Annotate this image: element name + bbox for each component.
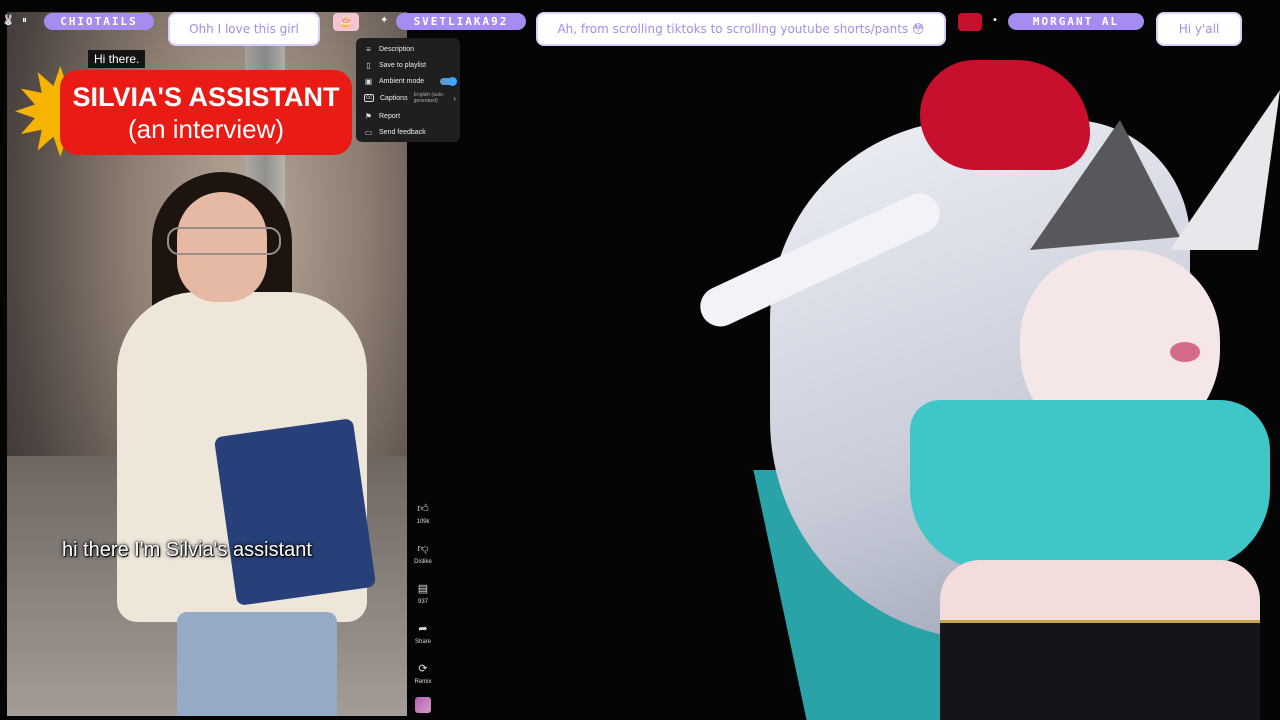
pause-icon[interactable]: ⏸ <box>22 15 27 26</box>
thumbs-down-icon: 👎︎ <box>417 543 429 555</box>
ambient-mode-toggle[interactable] <box>440 76 457 86</box>
dot-icon: • <box>992 15 998 26</box>
comment-icon: ▤ <box>417 583 429 595</box>
remix-icon: ⟳ <box>418 663 428 675</box>
video-title-card: SILVIA'S ASSISTANT (an interview) <box>60 70 352 155</box>
video-presenter <box>117 172 377 716</box>
video-caption: hi there I'm Silvia's assistant <box>62 539 312 561</box>
save-playlist-icon: ▯ <box>366 60 371 70</box>
menu-item-save-to-playlist[interactable]: ▯ Save to playlist <box>364 58 456 72</box>
like-button[interactable]: 👍︎ 109k <box>408 502 438 525</box>
chat-avatar-icon: 🐰 <box>2 15 15 26</box>
dislike-button[interactable]: 👎︎ Dislike <box>408 542 438 565</box>
flag-icon: ⚑ <box>364 111 373 121</box>
chat-message: Ohh I love this girl <box>168 12 320 46</box>
thumbs-up-icon: 👍︎ <box>417 503 429 515</box>
chat-username: MORGANT AL <box>1008 13 1144 30</box>
channel-avatar[interactable] <box>415 697 431 713</box>
feedback-icon: ▭ <box>364 127 373 137</box>
remix-button[interactable]: ⟳ Remix <box>408 662 438 685</box>
sparkle-icon: ✦ <box>380 15 389 26</box>
chat-username: SVETLIAKA92 <box>396 13 526 30</box>
stream-chat-bar: 🐰 ⏸ CHIOTAILS Ohh I love this girl 🎂 ✦ S… <box>0 0 1280 50</box>
menu-item-report[interactable]: ⚑ Report <box>364 109 456 123</box>
video-overlay-text: Hi there. <box>88 50 146 68</box>
menu-item-ambient-mode[interactable]: ▣ Ambient mode <box>364 74 457 88</box>
video-context-menu: ≡ Description ▯ Save to playlist ▣ Ambie… <box>356 38 460 142</box>
share-icon: ➦ <box>418 623 428 635</box>
captions-icon: cc <box>364 94 374 102</box>
chat-username: CHIOTAILS <box>44 13 154 30</box>
share-button[interactable]: ➦ Share <box>408 622 438 645</box>
chevron-right-icon: › <box>453 93 456 103</box>
video-title-line1: SILVIA'S ASSISTANT <box>72 82 340 112</box>
chat-avatar <box>958 13 982 31</box>
menu-item-captions[interactable]: cc Captions English (auto-generated) › <box>364 91 456 105</box>
ambient-mode-icon: ▣ <box>364 76 373 86</box>
comments-button[interactable]: ▤ 937 <box>408 582 438 605</box>
menu-item-send-feedback[interactable]: ▭ Send feedback <box>364 125 456 139</box>
vtuber-avatar <box>690 0 1280 720</box>
emote-icon: 🎂 <box>333 13 359 31</box>
chat-message: Ah, from scrolling tiktoks to scrolling … <box>536 12 946 46</box>
chat-message: Hi y'all <box>1156 12 1242 46</box>
video-title-line2: (an interview) <box>127 114 285 144</box>
